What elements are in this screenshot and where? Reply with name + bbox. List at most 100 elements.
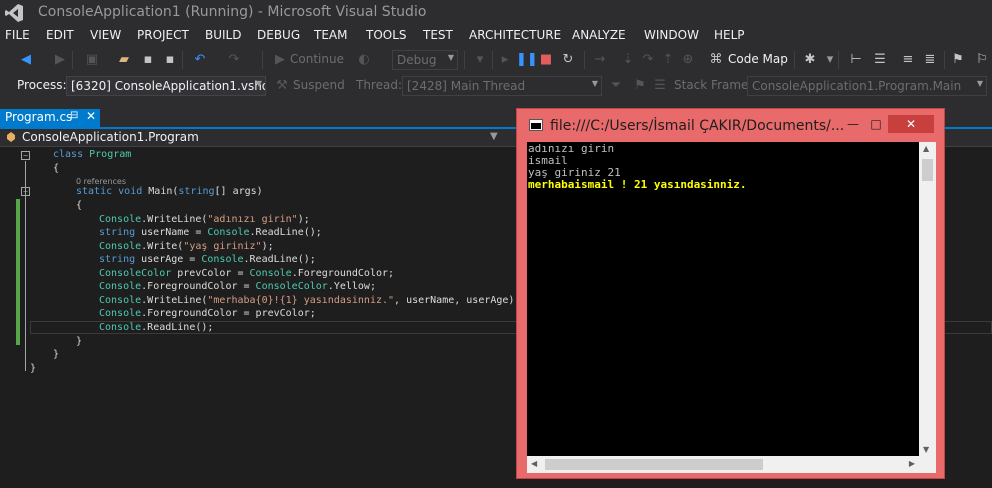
chevron-down-icon[interactable]: ▼ bbox=[490, 131, 498, 142]
menu-file[interactable]: FILE bbox=[5, 28, 30, 42]
chevron-down-icon: ▼ bbox=[976, 79, 983, 88]
menu-bar: FILE EDIT VIEW PROJECT BUILD DEBUG TEAM … bbox=[0, 26, 992, 46]
horizontal-scrollbar[interactable]: ◀ ▶ bbox=[527, 456, 936, 473]
vertical-scrollbar[interactable]: ▲ ▼ bbox=[919, 142, 936, 456]
console-window[interactable]: file:///C:/Users/İsmail ÇAKIR/Documents/… bbox=[516, 108, 945, 479]
menu-project[interactable]: PROJECT bbox=[137, 28, 189, 42]
pin-icon[interactable]: ⊟ bbox=[70, 110, 78, 121]
close-button[interactable]: ✕ bbox=[888, 115, 934, 133]
debug-location-icon[interactable]: ✱ bbox=[802, 52, 818, 68]
undo-icon[interactable]: ↶ bbox=[192, 52, 208, 68]
scroll-right-icon[interactable]: ▶ bbox=[909, 459, 915, 468]
continue-icon[interactable]: ▶ bbox=[272, 52, 288, 68]
scroll-thumb[interactable] bbox=[922, 159, 933, 181]
menu-build[interactable]: BUILD bbox=[205, 28, 241, 42]
solution-configuration-select[interactable]: Debug ▼ bbox=[392, 50, 458, 70]
align-left-icon[interactable]: ⊢ bbox=[848, 52, 864, 68]
break-all-icon[interactable]: ❚❚ bbox=[516, 52, 538, 68]
align-right-icon[interactable]: ☰ bbox=[872, 52, 888, 68]
continue-button[interactable]: Continue bbox=[290, 52, 344, 66]
tab-program-cs[interactable]: Program.cs ⊟ ✕ bbox=[0, 109, 100, 127]
tab-label: Program.cs bbox=[5, 110, 73, 124]
suspend-icon[interactable]: ⚒ bbox=[274, 78, 290, 94]
close-icon[interactable]: ✕ bbox=[86, 109, 96, 123]
menu-edit[interactable]: EDIT bbox=[46, 28, 74, 42]
break-all-disabled-icon: ▸ bbox=[501, 52, 509, 67]
save-icon[interactable]: ▪ bbox=[140, 52, 156, 68]
code-line: } bbox=[53, 349, 60, 360]
scroll-down-icon[interactable]: ▼ bbox=[923, 445, 929, 454]
menu-view[interactable]: VIEW bbox=[90, 28, 121, 42]
code-line: string userName = Console.ReadLine(); bbox=[99, 227, 322, 238]
flag-thread-icon[interactable]: ⚑ bbox=[632, 78, 648, 94]
uncomment-icon[interactable]: ≣ bbox=[922, 52, 938, 68]
scroll-left-icon[interactable]: ◀ bbox=[531, 459, 537, 468]
filter-icon[interactable]: ⏷ bbox=[608, 78, 624, 94]
comment-icon[interactable]: ≡ bbox=[900, 52, 916, 68]
type-selector[interactable]: ConsoleApplication1.Program bbox=[22, 130, 199, 144]
menu-debug[interactable]: DEBUG bbox=[257, 28, 300, 42]
navigate-forward-icon[interactable]: ▶ bbox=[52, 52, 68, 68]
step-over-icon[interactable]: ↷ bbox=[640, 52, 656, 68]
step-into-icon[interactable]: ⇣ bbox=[620, 52, 636, 68]
menu-window[interactable]: WINDOW bbox=[644, 28, 699, 42]
bookmark-icon[interactable]: ⚑ bbox=[950, 52, 966, 68]
code-map-button[interactable]: Code Map bbox=[728, 52, 788, 66]
code-line: Console.WriteLine("adınızı girin"); bbox=[99, 214, 310, 225]
toolbar-separator bbox=[584, 51, 585, 69]
scroll-up-icon[interactable]: ▲ bbox=[923, 144, 929, 153]
hex-display-icon[interactable]: ⊕ bbox=[680, 52, 696, 68]
chevron-down-icon: ▼ bbox=[255, 79, 262, 88]
code-line: Console.Write("yaş giriniz"); bbox=[99, 241, 274, 252]
toolbar-dropdown-icon[interactable]: ▾ bbox=[822, 52, 838, 68]
change-tracking-bar bbox=[16, 199, 20, 345]
step-out-icon[interactable]: ⇡ bbox=[660, 52, 676, 68]
toolbar-separator bbox=[464, 51, 465, 69]
code-line: } bbox=[76, 336, 83, 347]
stack-frame-select[interactable]: ConsoleApplication1.Program.Main ▼ bbox=[747, 76, 987, 96]
scroll-corner bbox=[919, 456, 936, 473]
redo-icon[interactable]: ↷ bbox=[226, 52, 242, 68]
code-line: string userAge = Console.ReadLine(); bbox=[99, 254, 316, 265]
attach-icon[interactable]: ◐ bbox=[356, 52, 372, 68]
minimize-icon: — bbox=[847, 117, 859, 131]
standard-toolbar: ◀ ▶ ▣ ▰ ▪ ▪ ↶ ↷ ▶ Continue ◐ Debug ▼ ▾ ▸… bbox=[0, 48, 992, 72]
restart-icon[interactable]: ↻ bbox=[560, 52, 576, 68]
open-file-icon[interactable]: ▰ bbox=[116, 52, 132, 68]
code-map-icon[interactable]: ⌘ bbox=[708, 52, 724, 68]
collapse-class-icon[interactable]: − bbox=[21, 151, 30, 160]
debug-location-toolbar: Process: [6320] ConsoleApplication1.vsho… bbox=[0, 74, 992, 98]
menu-team[interactable]: TEAM bbox=[314, 28, 347, 42]
menu-tools[interactable]: TOOLS bbox=[366, 28, 407, 42]
maximize-button[interactable]: □ bbox=[865, 115, 887, 133]
toolbar-separator bbox=[182, 51, 183, 69]
thread-select[interactable]: [2428] Main Thread ▼ bbox=[402, 76, 602, 96]
title-bar: ConsoleApplication1 (Running) - Microsof… bbox=[0, 0, 992, 26]
navigate-back-icon[interactable]: ◀ bbox=[18, 52, 34, 68]
collapse-method-icon[interactable]: − bbox=[21, 187, 30, 196]
next-bookmark-icon[interactable]: ⚐ bbox=[974, 52, 990, 68]
menu-architecture[interactable]: ARCHITECTURE bbox=[469, 28, 561, 42]
process-select[interactable]: [6320] ConsoleApplication1.vshost ▼ bbox=[66, 76, 266, 96]
process-label: Process: bbox=[17, 78, 67, 92]
show-next-statement-icon[interactable]: → bbox=[592, 52, 608, 68]
menu-analyze[interactable]: ANALYZE bbox=[572, 28, 626, 42]
console-title: file:///C:/Users/İsmail ÇAKIR/Documents/… bbox=[550, 118, 845, 134]
stop-debugging-icon[interactable]: ■ bbox=[538, 52, 554, 68]
stack-frame-icon[interactable]: ☰ bbox=[652, 78, 668, 94]
stack-frame-label: Stack Frame: bbox=[674, 78, 753, 92]
minimize-button[interactable]: — bbox=[842, 115, 864, 133]
toolbar-separator bbox=[262, 51, 263, 69]
console-output[interactable]: adınızı girin ismail yaş giriniz 21 merh… bbox=[527, 142, 936, 473]
scroll-thumb[interactable] bbox=[545, 459, 763, 470]
menu-help[interactable]: HELP bbox=[714, 28, 745, 42]
save-all-icon[interactable]: ▪ bbox=[162, 52, 178, 68]
new-project-icon[interactable]: ▣ bbox=[84, 52, 100, 68]
menu-test[interactable]: TEST bbox=[423, 28, 453, 42]
toolbar-dropdown-icon[interactable]: ▾ bbox=[472, 52, 488, 68]
console-line-highlight: merhabaismail ! 21 yasındasinniz. bbox=[528, 178, 747, 191]
console-app-icon bbox=[529, 119, 543, 131]
suspend-button[interactable]: Suspend bbox=[293, 78, 345, 92]
chevron-down-icon: ▼ bbox=[447, 53, 454, 62]
editor-margin: − − bbox=[0, 147, 30, 488]
